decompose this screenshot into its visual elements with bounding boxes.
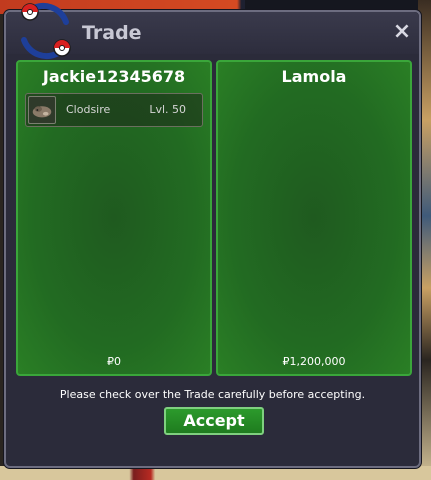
partner-money-offer: ₽1,200,000 — [282, 355, 346, 368]
pokemon-level: Lvl. 50 — [149, 103, 186, 116]
my-money-offer: ₽0 — [107, 355, 121, 368]
partner-offer-panel: Lamola ₽1,200,000 — [216, 60, 412, 376]
trade-notice: Please check over the Trade carefully be… — [59, 388, 366, 401]
partner-player-name: Lamola — [281, 67, 347, 86]
offered-pokemon-row[interactable]: Clodsire Lvl. 50 — [25, 93, 203, 127]
trade-arrows-icon — [21, 3, 71, 59]
game-background-bottom — [0, 466, 431, 480]
clodsire-icon — [28, 96, 56, 124]
accept-button[interactable]: Accept — [164, 407, 264, 435]
close-button[interactable]: × — [391, 21, 413, 43]
trade-window: Trade × Jackie12345678 Clodsire Lvl. 50 — [4, 3, 421, 468]
window-title: Trade — [82, 22, 142, 44]
my-player-name: Jackie12345678 — [42, 67, 186, 86]
pokemon-name: Clodsire — [66, 103, 111, 116]
my-offer-panel: Jackie12345678 Clodsire Lvl. 50 ₽0 — [16, 60, 212, 376]
